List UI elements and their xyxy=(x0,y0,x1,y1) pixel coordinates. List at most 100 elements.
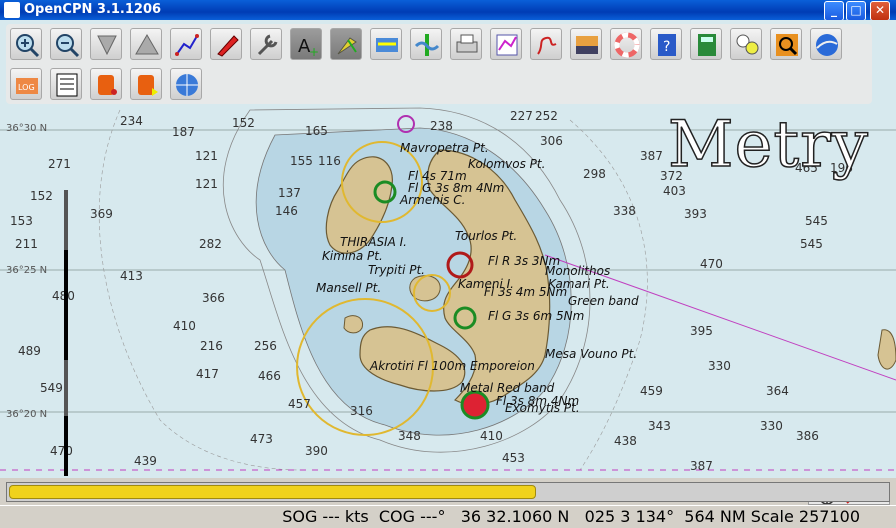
depth-sounding: 227 xyxy=(510,109,533,123)
depth-sounding: 121 xyxy=(195,149,218,163)
sog-readout: SOG --- kts xyxy=(282,507,369,526)
depth-sounding: 152 xyxy=(30,189,53,203)
latitude-label: 36°25 N xyxy=(6,265,47,276)
mob-button[interactable] xyxy=(610,28,642,60)
chart-scale-bar xyxy=(64,190,68,476)
help-button[interactable]: ? xyxy=(650,28,682,60)
depth-sounding: 453 xyxy=(502,451,525,465)
depth-sounding: 364 xyxy=(766,384,789,398)
track-button[interactable] xyxy=(530,28,562,60)
depth-sounding: 137 xyxy=(278,186,301,200)
depth-sounding: 343 xyxy=(648,419,671,433)
notes-button[interactable] xyxy=(50,68,82,100)
island-anafi xyxy=(877,329,896,370)
close-button[interactable]: ✕ xyxy=(870,1,890,21)
depth-sounding: 417 xyxy=(196,367,219,381)
island-aspronisi xyxy=(343,315,364,334)
title-bar[interactable]: OpenCPN 3.1.1206 _ □ ✕ xyxy=(0,0,896,21)
auto-follow-button[interactable] xyxy=(210,28,242,60)
depth-sounding: 256 xyxy=(254,339,277,353)
depth-sounding: 403 xyxy=(663,184,686,198)
place-name: Armenis C. xyxy=(399,193,465,207)
status-bar: SOG --- kts COG ---° 36 32.1060 N 025 3 … xyxy=(0,505,896,528)
zoom-in-button[interactable] xyxy=(10,28,42,60)
text-icon: A+ xyxy=(298,36,319,58)
zoom-out-button[interactable] xyxy=(50,28,82,60)
zoom-in-icon xyxy=(16,34,40,58)
depth-sounding: 216 xyxy=(200,339,223,353)
maximize-button[interactable]: □ xyxy=(846,1,866,21)
depth-sounding: 395 xyxy=(690,324,713,338)
depth-sounding: 282 xyxy=(199,237,222,251)
play-button[interactable] xyxy=(130,68,162,100)
compass-globe-button[interactable] xyxy=(170,68,202,100)
place-name: THIRASIA I. xyxy=(340,235,407,249)
chart-downloader-button[interactable] xyxy=(770,28,802,60)
place-name: Mavropetra Pt. xyxy=(400,141,489,155)
logbook-icon: LOG xyxy=(16,78,38,94)
route-manager-icon xyxy=(496,34,518,56)
lat-readout: 36 32.1060 N xyxy=(460,507,570,526)
current-wave-icon xyxy=(414,34,440,56)
depth-sounding: 211 xyxy=(15,237,38,251)
scale-seg-dark xyxy=(64,416,68,476)
depth-sounding: 473 xyxy=(250,432,273,446)
play-icon xyxy=(138,75,158,96)
track-icon xyxy=(537,36,557,55)
tide-button[interactable] xyxy=(370,28,402,60)
main-toolbar: A +? LOG xyxy=(6,24,872,104)
depth-sounding: 369 xyxy=(90,207,113,221)
depth-sounding: 390 xyxy=(305,444,328,458)
place-name: Trypiti Pt. xyxy=(368,263,425,277)
place-name: Mesa Vouno Pt. xyxy=(545,347,637,361)
dashboard-button[interactable] xyxy=(730,28,762,60)
scale-up-button[interactable] xyxy=(130,28,162,60)
scale-down-button[interactable] xyxy=(90,28,122,60)
google-earth-button[interactable] xyxy=(810,28,842,60)
logbook-button[interactable]: LOG xyxy=(10,68,42,100)
window-title: OpenCPN 3.1.1206 xyxy=(24,2,162,17)
color-scheme-button[interactable] xyxy=(570,28,602,60)
depth-sounding: 152 xyxy=(232,116,255,130)
current-button[interactable] xyxy=(330,28,362,60)
chart-watermark: Metry xyxy=(667,107,869,183)
lat-labels: 36°30 N 36°25 N 36°20 N xyxy=(6,123,47,420)
depth-sounding: 298 xyxy=(583,167,606,181)
print-button[interactable] xyxy=(450,28,482,60)
help-icon: ? xyxy=(658,34,676,56)
scale-up-icon xyxy=(135,34,159,55)
calculator-icon xyxy=(698,34,716,56)
scale-readout: Scale 257100 xyxy=(750,507,860,526)
place-name: Exomytis Pt. xyxy=(505,401,580,415)
progress-bar xyxy=(9,485,536,499)
depth-sounding: 146 xyxy=(275,204,298,218)
depth-sounding: 413 xyxy=(120,269,143,283)
zoom-out-icon xyxy=(56,34,80,58)
radar-overlay-icon xyxy=(98,75,117,95)
place-name: Fl 3s 4m 5Nm xyxy=(484,285,567,299)
dashboard-icon xyxy=(736,34,759,55)
depth-sounding: 121 xyxy=(195,177,218,191)
depth-sounding: 366 xyxy=(202,291,225,305)
depth-sounding: 470 xyxy=(700,257,723,271)
bearing-readout: 134° xyxy=(635,507,675,526)
minimize-button[interactable]: _ xyxy=(824,1,844,21)
radar-overlay-button[interactable] xyxy=(90,68,122,100)
place-name: Mansell Pt. xyxy=(316,281,381,295)
text-button[interactable]: A + xyxy=(290,28,322,60)
depth-sounding: 252 xyxy=(535,109,558,123)
route-manager-button[interactable] xyxy=(490,28,522,60)
compass-globe-icon xyxy=(176,74,198,96)
app-icon xyxy=(4,2,20,18)
current-wave-button[interactable] xyxy=(410,28,442,60)
latitude-label: 36°20 N xyxy=(6,409,47,420)
calculator-button[interactable] xyxy=(690,28,722,60)
settings-button[interactable] xyxy=(250,28,282,60)
depth-sounding: 348 xyxy=(398,429,421,443)
buoy-marker[interactable] xyxy=(460,390,490,420)
route-button[interactable] xyxy=(170,28,202,60)
depth-sounding: 470 xyxy=(50,444,73,458)
place-name: Metal Red band xyxy=(460,381,555,395)
depth-sounding: 187 xyxy=(172,125,195,139)
depth-sounding: 338 xyxy=(613,204,636,218)
